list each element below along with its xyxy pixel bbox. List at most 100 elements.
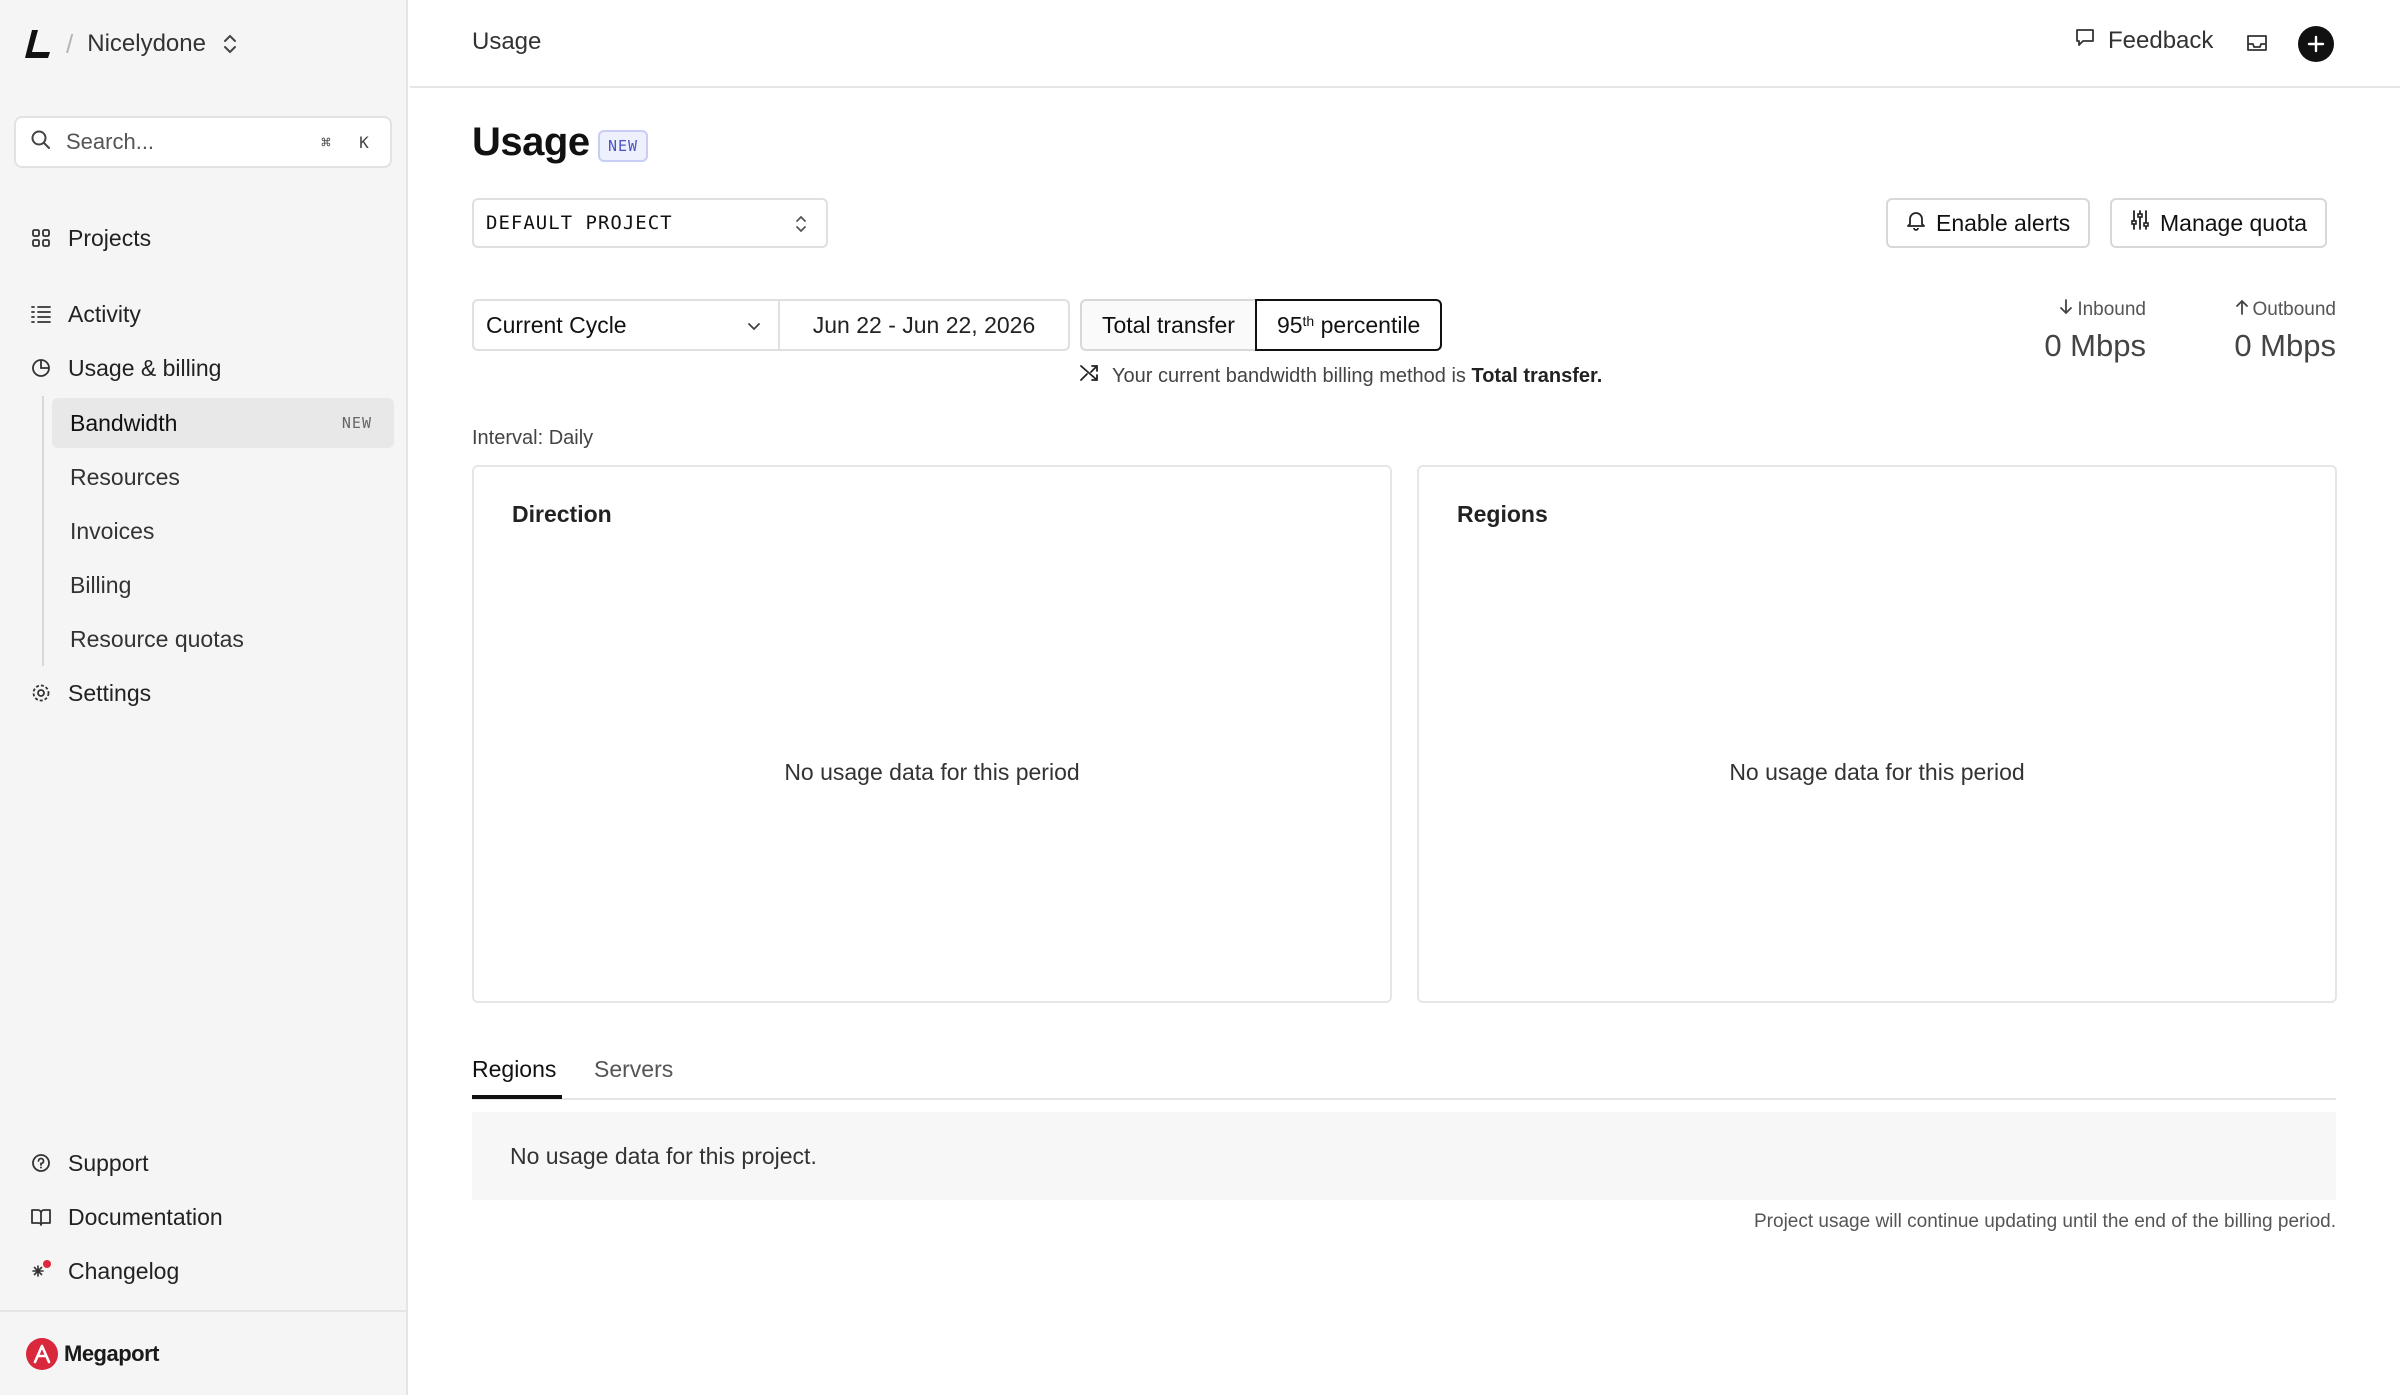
sidebar-subitem-label: Resource quotas xyxy=(70,625,244,652)
sidebar-subitem-resources[interactable]: Resources xyxy=(52,452,394,502)
panel-title: Direction xyxy=(512,501,612,527)
feedback-label: Feedback xyxy=(2108,26,2214,54)
sidebar-item-activity[interactable]: Activity xyxy=(30,292,141,336)
breadcrumb: Usage xyxy=(472,28,542,55)
sidebar-item-label: Changelog xyxy=(68,1257,180,1284)
arrow-up-icon xyxy=(2235,298,2249,322)
chevron-down-icon xyxy=(744,315,764,335)
enable-alerts-button[interactable]: Enable alerts xyxy=(1886,198,2091,248)
panel-title: Regions xyxy=(1457,501,1548,527)
inbound-stat: Inbound 0 Mbps xyxy=(2044,298,2146,364)
shortcut-k-key: K xyxy=(359,132,369,152)
grid-icon xyxy=(30,227,52,249)
project-select[interactable]: DEFAULT PROJECT xyxy=(472,198,828,248)
date-range-value: Jun 22 - Jun 22, 2026 xyxy=(812,311,1036,338)
manage-quota-label: Manage quota xyxy=(2160,209,2308,236)
shuffle-icon xyxy=(1078,362,1100,390)
percentile-number: 95 xyxy=(1276,311,1303,338)
sidebar-item-label: Activity xyxy=(68,300,141,327)
inbox-icon[interactable] xyxy=(2244,30,2270,56)
interval-label: Interval: Daily xyxy=(472,427,594,449)
org-name: Nicelydone xyxy=(87,30,206,57)
sidebar-subitem-resource-quotas[interactable]: Resource quotas xyxy=(52,614,394,664)
sidebar-subitem-label: Invoices xyxy=(70,517,155,544)
chevron-up-down-icon xyxy=(220,32,240,56)
manage-quota-button[interactable]: Manage quota xyxy=(2110,198,2328,248)
help-circle-icon xyxy=(30,1152,52,1174)
sidebar-item-label: Usage & billing xyxy=(68,354,222,381)
create-new-button[interactable] xyxy=(2298,26,2334,62)
sidebar: / Nicelydone Search... ⌘ K Projects Acti… xyxy=(0,0,408,1395)
megaport-logo-icon xyxy=(26,1337,58,1370)
megaport-wordmark: Megaport xyxy=(64,1340,160,1366)
billing-method-note: Your current bandwidth billing method is… xyxy=(1078,362,1602,390)
app-logo-icon xyxy=(24,28,52,60)
list-icon xyxy=(30,303,52,325)
sidebar-item-label: Support xyxy=(68,1149,149,1176)
org-separator: / xyxy=(66,28,74,59)
inbound-value: 0 Mbps xyxy=(2044,328,2146,363)
date-range-picker[interactable]: Jun 22 - Jun 22, 2026 xyxy=(780,301,1068,349)
billing-method-toggle: Total transfer 95th percentile xyxy=(1080,299,1443,351)
sliders-icon xyxy=(2130,209,2150,237)
sidebar-subitem-label: Resources xyxy=(70,463,180,490)
sidebar-item-usage-billing[interactable]: Usage & billing xyxy=(30,346,221,390)
period-selector: Current Cycle Jun 22 - Jun 22, 2026 xyxy=(472,299,1070,351)
shortcut-cmd-key: ⌘ xyxy=(321,132,331,152)
inbound-label: Inbound xyxy=(2077,299,2146,320)
cycle-select[interactable]: Current Cycle xyxy=(474,301,780,349)
direction-panel: Direction No usage data for this period xyxy=(472,465,1392,1003)
sidebar-subitem-invoices[interactable]: Invoices xyxy=(52,506,394,556)
billing-note-method: Total transfer. xyxy=(1471,364,1603,387)
feedback-button[interactable]: Feedback xyxy=(2074,26,2213,55)
tab-regions[interactable]: Regions xyxy=(472,1056,556,1100)
tab-servers[interactable]: Servers xyxy=(594,1056,673,1100)
percentile-ordinal: th xyxy=(1302,313,1315,329)
sidebar-subitem-bandwidth[interactable]: Bandwidth NEW xyxy=(52,398,394,448)
book-icon xyxy=(30,1206,52,1228)
regions-panel: Regions No usage data for this period xyxy=(1417,465,2337,1003)
enable-alerts-label: Enable alerts xyxy=(1936,209,2071,236)
gear-icon xyxy=(30,682,52,704)
new-badge: NEW xyxy=(341,414,372,432)
top-bar: Usage Feedback xyxy=(410,0,2400,88)
empty-state-message: No usage data for this period xyxy=(1729,759,2025,785)
sidebar-item-label: Projects xyxy=(68,224,152,251)
org-switcher[interactable]: / Nicelydone xyxy=(24,24,240,64)
search-placeholder: Search... xyxy=(66,129,155,154)
sidebar-subitem-billing[interactable]: Billing xyxy=(52,560,394,610)
active-tab-indicator xyxy=(472,1095,562,1099)
search-icon xyxy=(30,129,52,156)
sparkle-icon xyxy=(30,1260,52,1282)
empty-state-message: No usage data for this period xyxy=(784,759,1080,785)
message-icon xyxy=(2074,26,2096,55)
brand-footer: Megaport xyxy=(0,1310,406,1395)
usage-table-empty: No usage data for this project. xyxy=(472,1112,2336,1200)
new-badge: NEW xyxy=(598,130,649,162)
billing-note-text: Your current bandwidth billing method is xyxy=(1112,364,1472,387)
cycle-select-value: Current Cycle xyxy=(486,311,627,338)
outbound-stat: Outbound 0 Mbps xyxy=(2234,298,2336,364)
outbound-label: Outbound xyxy=(2252,299,2336,320)
sidebar-item-settings[interactable]: Settings xyxy=(30,671,151,715)
sidebar-subitem-label: Billing xyxy=(70,571,132,598)
plus-icon xyxy=(2307,35,2325,53)
sidebar-subitem-label: Bandwidth xyxy=(70,409,178,436)
percentile-suffix: percentile xyxy=(1314,311,1421,338)
submenu-guide-line xyxy=(42,396,44,666)
page-title: Usage xyxy=(472,120,590,164)
usage-tabs: Regions Servers xyxy=(472,1050,2336,1100)
sidebar-item-projects[interactable]: Projects xyxy=(30,216,151,260)
pie-chart-icon xyxy=(30,357,52,379)
sidebar-item-label: Settings xyxy=(68,679,152,706)
sidebar-item-changelog[interactable]: Changelog xyxy=(30,1249,179,1293)
total-transfer-label: Total transfer xyxy=(1102,311,1235,338)
percentile-option[interactable]: 95th percentile xyxy=(1254,299,1443,351)
sidebar-item-support[interactable]: Support xyxy=(30,1141,149,1185)
sidebar-item-documentation[interactable]: Documentation xyxy=(30,1195,223,1239)
arrow-down-icon xyxy=(2059,298,2073,322)
project-select-value: DEFAULT PROJECT xyxy=(486,212,673,234)
search-input[interactable]: Search... ⌘ K xyxy=(14,116,392,168)
chevron-up-down-icon xyxy=(792,213,810,235)
total-transfer-option[interactable]: Total transfer xyxy=(1080,299,1257,351)
